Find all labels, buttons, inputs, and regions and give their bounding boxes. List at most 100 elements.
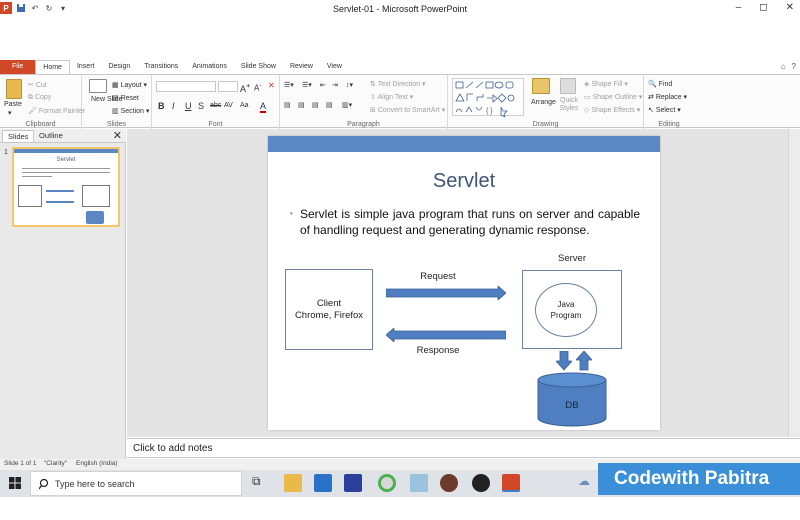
clear-format-icon[interactable]: ✕ bbox=[268, 81, 275, 90]
tab-outline[interactable]: Outline bbox=[34, 130, 68, 141]
app-icon-2[interactable] bbox=[440, 474, 458, 492]
close-button[interactable]: ✕ bbox=[786, 2, 794, 13]
task-view-icon[interactable]: ⧉ bbox=[252, 474, 270, 492]
up-arrow-icon[interactable] bbox=[576, 351, 592, 371]
align-center-icon[interactable]: ▤ bbox=[298, 101, 305, 109]
vertical-scrollbar[interactable] bbox=[788, 129, 800, 437]
shape-effects-button[interactable]: ◇ Shape Effects ▾ bbox=[584, 106, 640, 114]
db-label: DB bbox=[565, 400, 579, 411]
java-label-line1: Java bbox=[557, 300, 575, 309]
obs-icon[interactable] bbox=[472, 474, 490, 492]
response-label: Response bbox=[416, 345, 460, 356]
section-button[interactable]: ▥ Section ▾ bbox=[112, 107, 149, 115]
quick-styles-button[interactable]: Quick Styles bbox=[558, 97, 580, 113]
chrome-icon[interactable] bbox=[378, 474, 396, 492]
numbering-icon[interactable]: ☰▾ bbox=[302, 81, 312, 89]
char-spacing-button[interactable]: AV bbox=[224, 102, 233, 109]
file-explorer-icon[interactable] bbox=[284, 474, 302, 492]
paste-button[interactable]: Paste bbox=[4, 101, 22, 108]
java-program-label: Java Program bbox=[535, 299, 597, 321]
quick-styles-icon[interactable] bbox=[560, 78, 576, 94]
tab-transitions[interactable]: Transitions bbox=[137, 60, 185, 74]
title-bar: P ↶ ↻ ▾ Servlet-01 - Microsoft PowerPoin… bbox=[0, 0, 800, 18]
language[interactable]: English (India) bbox=[76, 460, 118, 467]
shapes-gallery[interactable]: { } bbox=[452, 78, 524, 118]
columns-icon[interactable]: ▥▾ bbox=[342, 101, 352, 109]
client-browsers: Chrome, Firefox bbox=[294, 310, 364, 321]
notes-placeholder: Click to add notes bbox=[133, 443, 213, 454]
reset-button[interactable]: ▤ Reset bbox=[112, 94, 139, 102]
font-size-input[interactable] bbox=[218, 81, 238, 92]
justify-icon[interactable]: ▤ bbox=[326, 101, 333, 109]
strikethrough-button[interactable]: abc bbox=[210, 102, 221, 109]
font-color-button[interactable]: A bbox=[260, 101, 267, 113]
align-text-button[interactable]: ⇳ Align Text ▾ bbox=[370, 93, 413, 101]
help-icon[interactable]: ? bbox=[792, 62, 796, 71]
decrease-indent-icon[interactable]: ⇤ bbox=[320, 81, 326, 89]
slide-thumbnail[interactable]: Servlet bbox=[12, 147, 120, 227]
cut-button[interactable]: ✂ Cut bbox=[28, 81, 47, 89]
format-painter-button[interactable]: 🖌 Format Painter bbox=[28, 107, 85, 115]
arrange-icon[interactable] bbox=[532, 78, 550, 94]
maximize-button[interactable]: ◻ bbox=[759, 2, 767, 13]
shape-outline-button[interactable]: ▭ Shape Outline ▾ bbox=[584, 93, 642, 101]
close-icon[interactable]: ✕ bbox=[113, 129, 122, 142]
shrink-font-icon[interactable]: A- bbox=[254, 82, 262, 93]
shadow-button[interactable]: S bbox=[198, 101, 204, 111]
slides-pane: Slides Outline ✕ 1 Servlet bbox=[0, 129, 126, 459]
tab-file[interactable]: File bbox=[0, 60, 36, 74]
powerpoint-taskbar-icon[interactable] bbox=[502, 474, 520, 492]
request-arrow-icon[interactable] bbox=[386, 286, 506, 300]
response-arrow-icon[interactable] bbox=[386, 328, 506, 342]
windows-start-icon[interactable] bbox=[9, 477, 21, 489]
tab-slide-show[interactable]: Slide Show bbox=[234, 60, 283, 74]
tab-view[interactable]: View bbox=[320, 60, 349, 74]
tab-insert[interactable]: Insert bbox=[70, 60, 102, 74]
text-direction-button[interactable]: ⇅ Text Direction ▾ bbox=[370, 80, 426, 88]
slide-title[interactable]: Servlet bbox=[268, 170, 660, 193]
mail-icon[interactable] bbox=[314, 474, 332, 492]
taskbar-search-input[interactable]: Type here to search bbox=[30, 471, 242, 496]
minimize-ribbon-icon[interactable]: ⌂ bbox=[781, 62, 786, 71]
copy-button[interactable]: ⧉ Copy bbox=[28, 94, 51, 102]
app-icon[interactable] bbox=[344, 474, 362, 492]
font-label: Font bbox=[208, 121, 223, 128]
underline-button[interactable]: U bbox=[185, 101, 192, 111]
cloud-icon[interactable]: ☁ bbox=[578, 474, 596, 492]
increase-indent-icon[interactable]: ⇥ bbox=[332, 81, 338, 89]
align-left-icon[interactable]: ▤ bbox=[284, 101, 291, 109]
grow-font-icon[interactable]: A+ bbox=[240, 81, 250, 94]
paint-icon[interactable] bbox=[410, 474, 428, 492]
down-arrow-icon[interactable] bbox=[556, 351, 572, 371]
bold-button[interactable]: B bbox=[158, 101, 165, 111]
slide-canvas[interactable]: Servlet • Servlet is simple java program… bbox=[268, 136, 660, 430]
font-name-input[interactable] bbox=[156, 81, 216, 92]
thumbnail-server-box bbox=[82, 185, 110, 207]
align-right-icon[interactable]: ▤ bbox=[312, 101, 319, 109]
search-icon bbox=[39, 478, 49, 490]
tab-slides[interactable]: Slides bbox=[2, 130, 35, 142]
paste-icon[interactable] bbox=[6, 79, 22, 99]
minimize-button[interactable]: – bbox=[736, 2, 742, 13]
slide-bullet-text[interactable]: • Servlet is simple java program that ru… bbox=[290, 206, 640, 238]
new-slide-icon[interactable] bbox=[89, 79, 107, 93]
paste-dropdown-icon[interactable]: ▾ bbox=[8, 109, 12, 117]
bullets-icon[interactable]: ☰▾ bbox=[284, 81, 294, 89]
convert-smartart-button[interactable]: ⊞ Convert to SmartArt ▾ bbox=[370, 106, 445, 114]
font-group: A+ A- ✕ B I U S abc AV Aa A Font bbox=[152, 75, 280, 129]
arrange-button[interactable]: Arrange bbox=[531, 99, 556, 106]
notes-pane[interactable]: Click to add notes bbox=[127, 438, 800, 458]
layout-button[interactable]: ▦ Layout ▾ bbox=[112, 81, 147, 89]
slide-count: Slide 1 of 1 bbox=[4, 460, 37, 467]
find-button[interactable]: 🔍 Find bbox=[648, 80, 672, 88]
tab-design[interactable]: Design bbox=[101, 60, 137, 74]
change-case-button[interactable]: Aa bbox=[240, 102, 249, 109]
replace-button[interactable]: ⇄ Replace ▾ bbox=[648, 93, 687, 101]
italic-button[interactable]: I bbox=[172, 101, 175, 111]
select-button[interactable]: ↖ Select ▾ bbox=[648, 106, 681, 114]
tab-animations[interactable]: Animations bbox=[185, 60, 234, 74]
shape-fill-button[interactable]: ◈ Shape Fill ▾ bbox=[584, 80, 628, 88]
tab-home[interactable]: Home bbox=[35, 60, 70, 74]
tab-review[interactable]: Review bbox=[283, 60, 320, 74]
line-spacing-icon[interactable]: ↕▾ bbox=[346, 81, 353, 89]
